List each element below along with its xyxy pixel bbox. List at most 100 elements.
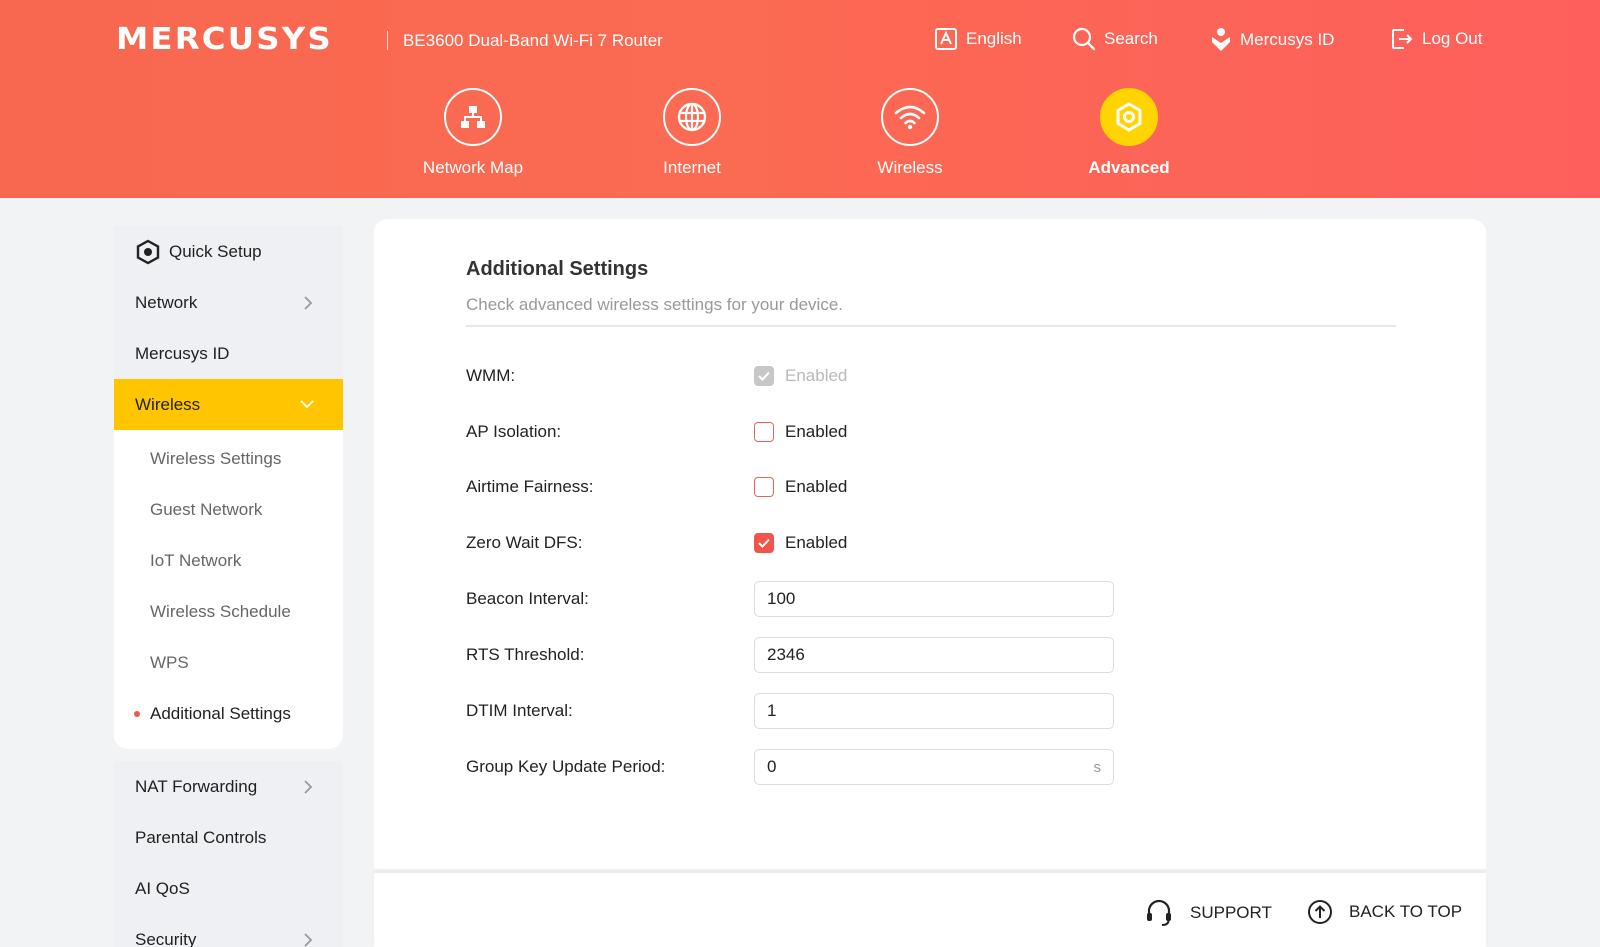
settings-panel: Additional Settings Check advanced wirel…: [374, 219, 1486, 869]
header: MERCUSYS BE3600 Dual-Band Wi-Fi 7 Router…: [0, 0, 1600, 198]
rts-threshold-label: RTS Threshold:: [466, 645, 585, 664]
ap-isolation-row: AP Isolation: Enabled: [466, 414, 1166, 450]
sidebar-item-security[interactable]: Security: [114, 914, 343, 947]
search-label: Search: [1104, 29, 1158, 48]
tab-wireless-label: Wireless: [877, 158, 943, 177]
checkbox-checked-icon: [754, 533, 774, 553]
dtim-interval-row: DTIM Interval: 1: [466, 693, 1166, 729]
language-label: English: [966, 29, 1022, 48]
dtim-interval-value: 1: [767, 701, 777, 720]
sidebar-item-label: Security: [135, 929, 197, 947]
sidebar-item-nat-forwarding[interactable]: NAT Forwarding: [114, 761, 343, 812]
airtime-fairness-label: Airtime Fairness:: [466, 477, 594, 496]
rts-threshold-value: 2346: [767, 645, 805, 664]
sidebar-subitem-label: Wireless Settings: [150, 448, 282, 468]
chevron-right-icon: [304, 933, 313, 947]
checkbox-unchecked-icon: [754, 422, 774, 442]
sidebar-subitem-wireless-schedule[interactable]: Wireless Schedule: [114, 586, 343, 637]
sidebar-subitem-label: Additional Settings: [150, 703, 291, 723]
wmm-option-label: Enabled: [785, 366, 848, 385]
sidebar-subitem-iot-network[interactable]: IoT Network: [114, 535, 343, 586]
chevron-right-icon: [304, 296, 313, 310]
language-button[interactable]: English: [934, 27, 1022, 51]
chevron-right-icon: [304, 780, 313, 794]
sidebar-item-label: Quick Setup: [169, 241, 262, 261]
sidebar-bottom-group: NAT Forwarding Parental Controls AI QoS …: [114, 761, 343, 947]
sidebar-item-mercusys-id[interactable]: Mercusys ID: [114, 328, 343, 379]
wmm-row: WMM: Enabled: [466, 358, 1166, 394]
ap-isolation-checkbox[interactable]: Enabled: [754, 422, 847, 442]
tab-internet-label: Internet: [663, 158, 721, 177]
logout-button[interactable]: Log Out: [1390, 27, 1483, 51]
network-map-icon: [444, 88, 502, 146]
back-to-top-label: BACK TO TOP: [1349, 902, 1463, 921]
checkbox-checked-disabled-icon: [754, 366, 774, 386]
divider: [466, 325, 1396, 327]
sidebar-subitem-label: Wireless Schedule: [150, 601, 291, 621]
sidebar-item-ai-qos[interactable]: AI QoS: [114, 863, 343, 914]
wmm-checkbox[interactable]: Enabled: [754, 366, 847, 386]
language-icon: [935, 28, 957, 50]
dtim-interval-label: DTIM Interval:: [466, 701, 573, 720]
ap-isolation-label: AP Isolation:: [466, 422, 562, 441]
wifi-icon: [881, 88, 939, 146]
search-icon: [1072, 27, 1096, 51]
zero-wait-dfs-row: Zero Wait DFS: Enabled: [466, 525, 1166, 561]
mercusys-id-button[interactable]: Mercusys ID: [1210, 27, 1334, 53]
dtim-interval-input[interactable]: 1: [754, 693, 1114, 729]
ap-isolation-option-label: Enabled: [785, 422, 848, 441]
back-to-top-link[interactable]: BACK TO TOP: [1307, 899, 1462, 925]
sidebar-item-label: Parental Controls: [135, 827, 267, 847]
footer: SUPPORT BACK TO TOP: [374, 873, 1486, 947]
tab-wireless[interactable]: Wireless: [830, 88, 990, 178]
current-page-dot: [134, 711, 140, 717]
tab-internet[interactable]: Internet: [612, 88, 772, 178]
sidebar-wireless-group: Wireless Wireless Settings Guest Network…: [114, 379, 343, 749]
sidebar-top-group: Quick Setup Network Mercusys ID: [114, 226, 343, 379]
sidebar-item-label: NAT Forwarding: [135, 776, 258, 796]
sidebar-item-wireless[interactable]: Wireless: [114, 379, 343, 430]
main-nav: Network Map Internet Wireless Advanced: [0, 88, 1600, 188]
group-key-update-period-row: Group Key Update Period: 0 s: [466, 749, 1166, 785]
page-title: Additional Settings: [466, 258, 649, 280]
sidebar-subitem-label: Guest Network: [150, 499, 263, 519]
sidebar-subitem-wireless-settings[interactable]: Wireless Settings: [114, 433, 343, 484]
group-key-update-period-value: 0: [767, 757, 777, 776]
logout-label: Log Out: [1422, 29, 1483, 48]
beacon-interval-value: 100: [767, 589, 796, 608]
beacon-interval-label: Beacon Interval:: [466, 589, 589, 608]
mercusys-id-label: Mercusys ID: [1240, 30, 1335, 49]
sidebar-subitem-guest-network[interactable]: Guest Network: [114, 484, 343, 535]
sidebar-subitem-label: WPS: [150, 652, 189, 672]
support-label: SUPPORT: [1190, 903, 1272, 922]
sidebar-item-parental-controls[interactable]: Parental Controls: [114, 812, 343, 863]
account-icon: [1212, 28, 1230, 51]
logout-icon: [1392, 29, 1413, 49]
sidebar-item-network[interactable]: Network: [114, 277, 343, 328]
airtime-fairness-option-label: Enabled: [785, 477, 848, 496]
airtime-fairness-checkbox[interactable]: Enabled: [754, 477, 847, 497]
search-button[interactable]: Search: [1072, 27, 1158, 51]
globe-icon: [663, 88, 721, 146]
support-link[interactable]: SUPPORT: [1144, 899, 1272, 927]
group-key-update-period-input[interactable]: 0 s: [754, 749, 1114, 785]
beacon-interval-input[interactable]: 100: [754, 581, 1114, 617]
sidebar-item-label: Mercusys ID: [135, 343, 230, 363]
sidebar-item-quick-setup[interactable]: Quick Setup: [114, 226, 343, 277]
beacon-interval-row: Beacon Interval: 100: [466, 581, 1166, 617]
zero-wait-dfs-option-label: Enabled: [785, 533, 848, 552]
tab-network-map[interactable]: Network Map: [393, 88, 553, 178]
chevron-down-icon: [300, 400, 314, 409]
sidebar-subitem-additional-settings[interactable]: Additional Settings: [114, 688, 343, 739]
zero-wait-dfs-label: Zero Wait DFS:: [466, 533, 583, 552]
zero-wait-dfs-checkbox[interactable]: Enabled: [754, 533, 847, 553]
top-links: English Search Mercusys ID Log Out: [0, 27, 1600, 57]
page-subtitle: Check advanced wireless settings for you…: [466, 295, 844, 314]
sidebar-subitem-wps[interactable]: WPS: [114, 637, 343, 688]
arrow-up-circle-icon: [1308, 900, 1332, 924]
tab-advanced[interactable]: Advanced: [1049, 88, 1209, 178]
sidebar-item-label: Network: [135, 292, 198, 312]
sidebar-item-label: Wireless: [135, 394, 201, 414]
tab-advanced-label: Advanced: [1088, 158, 1170, 177]
rts-threshold-input[interactable]: 2346: [754, 637, 1114, 673]
